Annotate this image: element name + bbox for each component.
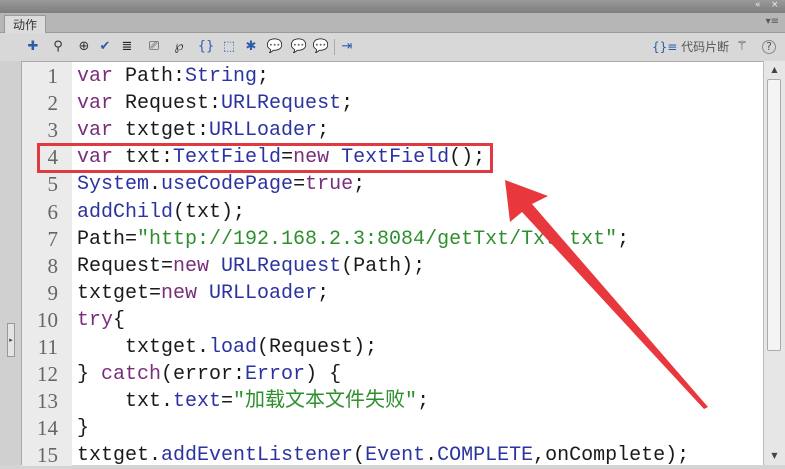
red-arrow-annotation [505,180,708,409]
